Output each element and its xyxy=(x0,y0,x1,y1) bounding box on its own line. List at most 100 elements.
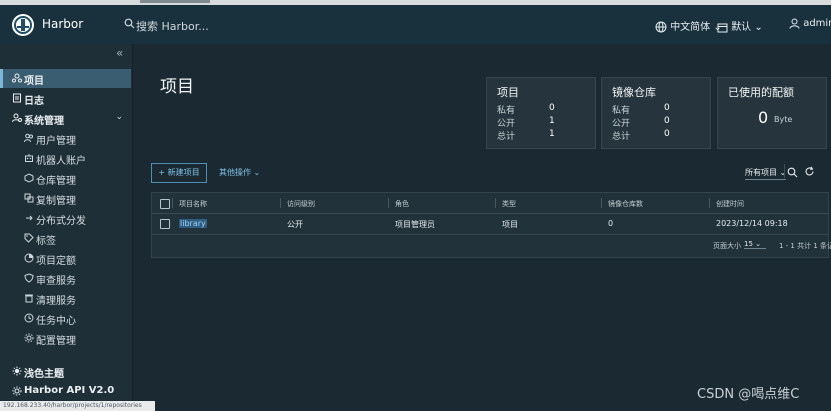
sidebar-item-interrogation[interactable]: 审查服务 xyxy=(0,269,131,288)
sidebar-item-label: 项目定额 xyxy=(36,256,76,267)
sidebar-item-users[interactable]: 用户管理 xyxy=(0,129,131,148)
sidebar-item-label: 分布式分发 xyxy=(36,216,86,227)
quota-value: 0 xyxy=(758,108,769,127)
language-label: 中文简体 xyxy=(670,22,711,33)
sidebar-item-registries[interactable]: 仓库管理 xyxy=(0,169,131,188)
column-header[interactable]: 类型 xyxy=(502,199,516,209)
column-header[interactable]: 创建时间 xyxy=(716,199,744,209)
chevron-down-icon: ⌄ xyxy=(253,168,261,177)
toolbar-divider xyxy=(784,164,785,178)
column-header[interactable]: 项目名称 xyxy=(179,199,207,209)
card-title: 镜像仓库 xyxy=(612,86,656,99)
harbor-api-link[interactable]: Harbor API V2.0 xyxy=(0,382,131,401)
api-label: Harbor API V2.0 xyxy=(24,385,115,396)
theme-toggle-label: 浅色主题 xyxy=(24,369,64,380)
card-title: 项目 xyxy=(497,86,519,99)
sidebar-item-configuration[interactable]: 配置管理 xyxy=(0,329,131,348)
creation-time: 2023/12/14 09:18 xyxy=(716,219,788,228)
page-size-label: 页面大小 xyxy=(713,242,741,250)
sidebar-item-admin[interactable]: 系统管理 ⌄ xyxy=(0,109,131,128)
watermark: CSDN @喝点维C xyxy=(697,387,800,402)
sidebar-item-job-service[interactable]: 任务中心 xyxy=(0,309,131,328)
theme-selector[interactable]: 默认 ⌄ xyxy=(717,18,763,33)
sidebar-item-label: 配置管理 xyxy=(36,336,76,347)
sidebar-item-projects[interactable]: 项目 xyxy=(0,69,131,88)
card-title: 已使用的配额 xyxy=(728,86,794,99)
top-header: Harbor 搜索 Harbor... 中文简体 ⌄ 默认 ⌄ admin xyxy=(0,5,831,45)
robot-icon xyxy=(25,154,33,162)
search-icon xyxy=(124,18,135,29)
table-footer: 页面大小 15 ⌄ 1 - 1 共计 1 条记录 xyxy=(152,235,831,257)
shield-icon xyxy=(24,273,34,283)
user-menu[interactable]: admin xyxy=(789,18,831,29)
theme-toggle[interactable]: 浅色主题 xyxy=(0,362,131,381)
column-header[interactable]: 访问级别 xyxy=(287,199,315,209)
sidebar-item-logs[interactable]: 日志 xyxy=(0,89,131,108)
chevron-down-icon: ⌄ xyxy=(755,240,762,248)
sidebar-item-robot-accounts[interactable]: 机器人账户 xyxy=(0,149,131,168)
logs-icon xyxy=(13,93,21,103)
projects-icon xyxy=(12,73,22,83)
sidebar-item-cleanup[interactable]: 清理服务 xyxy=(0,289,131,308)
sidebar-item-label: 项目 xyxy=(24,76,44,87)
select-all-checkbox[interactable] xyxy=(160,199,170,209)
projects-table: 项目名称 访问级别 角色 类型 镜像仓库数 创建时间 library 公开 项目… xyxy=(151,192,831,258)
search-input[interactable]: 搜索 Harbor... xyxy=(136,18,209,34)
card-row: 公开 1 xyxy=(497,116,555,129)
page-size-select[interactable]: 15 ⌄ xyxy=(744,240,766,249)
language-selector[interactable]: 中文简体 ⌄ xyxy=(655,18,722,33)
chevron-down-icon: ⌄ xyxy=(115,112,123,122)
repositories-summary-card: 镜像仓库 私有 0 公开 0 总计 0 xyxy=(601,77,711,149)
tag-icon xyxy=(24,233,34,243)
sidebar-item-label: 审查服务 xyxy=(36,276,76,287)
sidebar-item-label: 标签 xyxy=(36,236,56,247)
column-header[interactable]: 角色 xyxy=(395,199,409,209)
distribution-icon xyxy=(26,215,33,221)
user-icon xyxy=(789,18,800,29)
main-content: 项目 项目 私有 0 公开 1 总计 1 镜像仓库 私有 0 公开 0 总计 0 已使用的配… xyxy=(133,44,831,411)
admin-icon xyxy=(12,113,22,123)
sidebar-item-label: 任务中心 xyxy=(36,316,76,327)
role: 项目管理员 xyxy=(395,220,435,229)
sidebar-item-labels[interactable]: 标签 xyxy=(0,229,131,248)
globe-icon xyxy=(655,21,667,33)
collapse-sidebar-icon[interactable]: « xyxy=(116,46,123,60)
chevron-down-icon: ⌄ xyxy=(779,168,787,177)
pagination-range: 1 - 1 共计 1 条记录 xyxy=(779,242,831,250)
card-row: 私有 0 xyxy=(497,103,555,116)
table-header: 项目名称 访问级别 角色 类型 镜像仓库数 创建时间 xyxy=(152,193,828,214)
sidebar-item-distribution[interactable]: 分布式分发 xyxy=(0,209,131,228)
brand-name[interactable]: Harbor xyxy=(42,17,83,31)
row-checkbox[interactable] xyxy=(160,219,170,229)
project-filter-select[interactable]: 所有项目 ⌄ xyxy=(745,167,787,180)
sun-icon xyxy=(12,366,22,376)
new-project-button[interactable]: + 新建项目 xyxy=(151,163,207,183)
quota-summary-card: 已使用的配额 0 Byte xyxy=(717,77,827,149)
other-actions-dropdown[interactable]: 其他操作 ⌄ xyxy=(219,167,260,178)
users-icon xyxy=(24,133,33,143)
sidebar-item-label: 复制管理 xyxy=(36,196,76,207)
sidebar: « 项目 日志 系统管理 ⌄ 用户管理 机器人账户 仓库管理 复制管理 分布式分… xyxy=(0,44,133,411)
card-row: 公开 0 xyxy=(612,116,670,129)
config-icon xyxy=(24,333,34,343)
sidebar-item-project-quotas[interactable]: 项目定额 xyxy=(0,249,131,268)
column-header[interactable]: 镜像仓库数 xyxy=(608,199,643,209)
search-icon[interactable] xyxy=(787,167,798,178)
sidebar-item-label: 清理服务 xyxy=(36,296,76,307)
project-name-link[interactable]: library xyxy=(179,219,207,228)
sidebar-item-label: 系统管理 xyxy=(24,116,64,127)
trash-icon xyxy=(25,294,33,303)
theme-label: 默认 xyxy=(731,22,752,33)
projects-summary-card: 项目 私有 0 公开 1 总计 1 xyxy=(486,77,596,149)
sidebar-item-replication[interactable]: 复制管理 xyxy=(0,189,131,208)
card-row: 私有 0 xyxy=(612,103,670,116)
refresh-icon[interactable] xyxy=(804,166,815,177)
sidebar-item-label: 机器人账户 xyxy=(36,156,86,167)
calendar-icon xyxy=(717,23,728,33)
card-row: 总计 0 xyxy=(612,129,670,142)
harbor-logo-icon[interactable] xyxy=(12,14,34,36)
browser-tab-indicator xyxy=(140,0,210,3)
access-level: 公开 xyxy=(287,220,303,229)
table-row[interactable]: library 公开 项目管理员 项目 0 2023/12/14 09:18 xyxy=(152,214,828,235)
quota-unit: Byte xyxy=(774,115,793,124)
